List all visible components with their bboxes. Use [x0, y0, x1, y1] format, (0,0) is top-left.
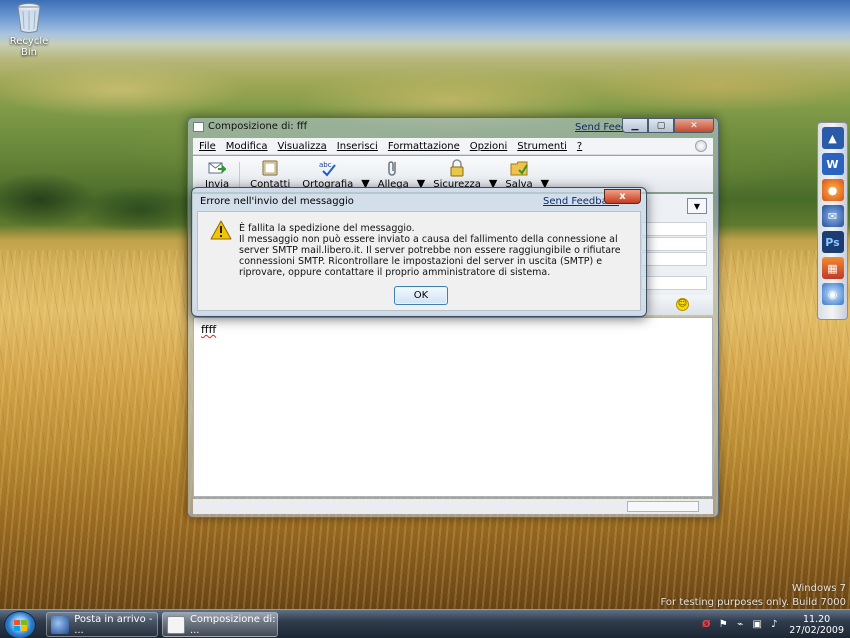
- outlook-icon[interactable]: ▲: [821, 127, 844, 149]
- menu-help[interactable]: ?: [577, 141, 582, 152]
- help-gear-icon[interactable]: [695, 140, 707, 152]
- minimize-button[interactable]: ▁: [622, 118, 648, 133]
- recipient-field-3[interactable]: [641, 252, 707, 266]
- recycle-bin[interactable]: Recycle Bin: [4, 2, 54, 58]
- menu-opzioni[interactable]: Opzioni: [470, 141, 507, 152]
- taskbar-item-inbox[interactable]: Posta in arrivo - ...: [46, 612, 158, 637]
- status-progress-box: [627, 501, 699, 512]
- spellcheck-icon: abc: [319, 161, 336, 177]
- error-message: È fallita la spedizione del messaggio. I…: [239, 223, 630, 278]
- os-watermark: Windows 7 For testing purposes only. Bui…: [661, 582, 846, 610]
- menu-modifica[interactable]: Modifica: [226, 141, 268, 152]
- photoshop-icon[interactable]: Ps: [821, 231, 844, 253]
- message-body-text: ffff: [201, 323, 217, 336]
- paperclip-icon: [388, 161, 397, 176]
- tray-clock[interactable]: 11.20 27/02/2009: [789, 614, 844, 636]
- send-button[interactable]: Invia: [201, 159, 233, 190]
- security-button[interactable]: Sicurezza: [429, 159, 485, 190]
- compose-window-icon: [193, 122, 204, 132]
- firefox-icon[interactable]: ●: [821, 179, 844, 201]
- spellcheck-icon-text: abc: [319, 161, 332, 169]
- recipient-field-2[interactable]: [641, 237, 707, 251]
- taskbar-item-inbox-label: Posta in arrivo - ...: [74, 613, 153, 636]
- save-button[interactable]: Salva: [501, 159, 536, 190]
- thunderbird-icon[interactable]: ✉: [821, 205, 844, 227]
- clock-time: 11.20: [803, 613, 831, 625]
- compose-statusbar: [193, 499, 713, 514]
- close-button[interactable]: ✕: [674, 118, 714, 133]
- taskbar-item-compose-label: Composizione di: ...: [189, 613, 276, 636]
- globe-icon[interactable]: ◉: [821, 283, 844, 305]
- error-dialog-panel: È fallita la spedizione del messaggio. I…: [197, 211, 641, 311]
- sidebar-dock: ▲ W ● ✉ Ps ▦ ◉: [817, 122, 848, 320]
- maximize-button[interactable]: ▢: [648, 118, 674, 133]
- watermark-line-2: For testing purposes only. Build 7000: [660, 597, 846, 608]
- system-tray: Ø ⚑ ⌁ ▣ ♪ 11.20 27/02/2009: [700, 610, 850, 638]
- spelling-button[interactable]: abc Ortografia: [298, 159, 357, 190]
- attach-button[interactable]: Allega: [374, 159, 413, 190]
- antivirus-tray-icon[interactable]: Ø: [700, 619, 712, 631]
- thunderbird-task-icon: [51, 615, 70, 634]
- warning-icon: [210, 220, 232, 240]
- volume-tray-icon[interactable]: ♪: [768, 619, 780, 631]
- gallery-icon[interactable]: ▦: [821, 257, 844, 279]
- contacts-button[interactable]: Contatti: [246, 159, 294, 190]
- network-tray-icon[interactable]: ▣: [751, 619, 763, 631]
- recipient-field-1[interactable]: [641, 222, 707, 236]
- from-account-dropdown[interactable]: ▼: [687, 198, 707, 214]
- error-message-line-2: Il messaggio non può essere inviato a ca…: [239, 234, 621, 278]
- word-icon[interactable]: W: [821, 153, 844, 175]
- recycle-bin-icon: [16, 2, 42, 34]
- emoticon-icon[interactable]: ☺: [676, 298, 689, 311]
- start-button[interactable]: [4, 611, 36, 638]
- compose-titlebar[interactable]: Composizione di: fff Send Feedback ▁ ▢ ✕: [188, 118, 718, 136]
- save-folder-icon: [510, 161, 528, 176]
- dialog-close-button[interactable]: x: [604, 189, 641, 204]
- action-center-flag-icon[interactable]: ⚑: [717, 619, 729, 631]
- compose-title: Composizione di: fff: [208, 121, 308, 132]
- windows-logo-icon: [14, 620, 27, 632]
- compose-menubar: File Modifica Visualizza Inserisci Forma…: [193, 138, 713, 155]
- menu-formattazione[interactable]: Formattazione: [388, 141, 460, 152]
- error-dialog-title: Errore nell'invio del messaggio: [200, 196, 354, 207]
- clock-date: 27/02/2009: [789, 624, 844, 636]
- compose-window: Composizione di: fff Send Feedback ▁ ▢ ✕…: [187, 117, 719, 518]
- error-message-line-1: È fallita la spedizione del messaggio.: [239, 223, 415, 234]
- power-tray-icon[interactable]: ⌁: [734, 619, 746, 631]
- toolbar-separator: [239, 162, 241, 190]
- menu-visualizza[interactable]: Visualizza: [278, 141, 327, 152]
- compose-task-icon: [167, 615, 185, 634]
- menu-file[interactable]: File: [199, 141, 216, 152]
- menu-strumenti[interactable]: Strumenti: [517, 141, 567, 152]
- menu-inserisci[interactable]: Inserisci: [337, 141, 378, 152]
- error-dialog: Errore nell'invio del messaggio Send Fee…: [191, 187, 647, 317]
- send-icon: [208, 162, 227, 174]
- taskbar-item-compose[interactable]: Composizione di: ...: [162, 612, 278, 637]
- wallpaper-trees: [0, 140, 200, 230]
- address-book-icon: [262, 160, 278, 176]
- taskbar: Posta in arrivo - ... Composizione di: .…: [0, 609, 850, 638]
- compose-window-controls: ▁ ▢ ✕: [622, 118, 714, 133]
- subject-field[interactable]: [641, 276, 707, 290]
- ok-button[interactable]: OK: [394, 286, 448, 305]
- message-body-editor[interactable]: ffff: [193, 317, 713, 497]
- recycle-bin-label: Recycle Bin: [9, 36, 49, 58]
- watermark-line-1: Windows 7: [791, 583, 846, 594]
- lock-icon: [450, 159, 464, 177]
